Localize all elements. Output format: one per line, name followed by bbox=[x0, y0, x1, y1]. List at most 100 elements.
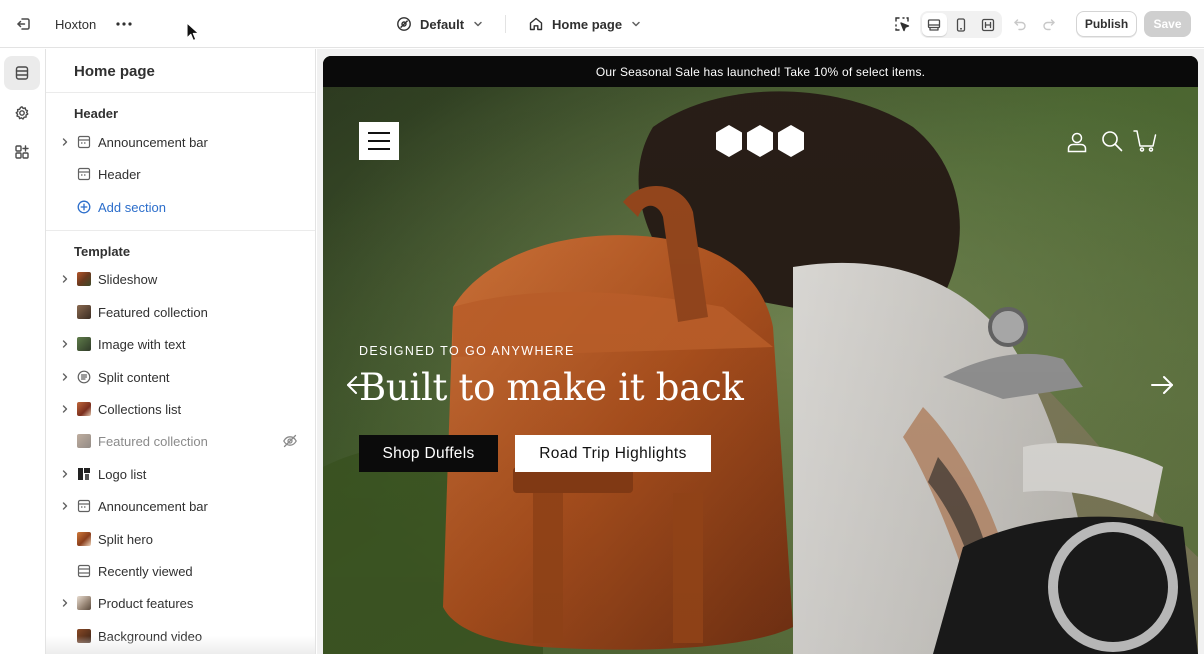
chevron-down-icon bbox=[632, 21, 640, 27]
header-group-label: Header bbox=[74, 106, 119, 121]
template-section-featured-collection-hidden[interactable]: Featured collection bbox=[56, 426, 308, 456]
storefront-preview[interactable]: Our Seasonal Sale has launched! Take 10%… bbox=[323, 56, 1198, 654]
section-label: Announcement bar bbox=[98, 134, 208, 150]
cart-icon[interactable] bbox=[1133, 129, 1157, 153]
account-icon[interactable] bbox=[1065, 130, 1089, 154]
chevron-down-icon bbox=[474, 21, 482, 27]
arrow-left-icon[interactable] bbox=[345, 372, 371, 398]
template-section-product-features[interactable]: Product features bbox=[56, 588, 308, 618]
expand-chevron-icon[interactable] bbox=[56, 372, 74, 382]
search-icon[interactable] bbox=[1100, 129, 1124, 153]
sidebar-title: Home page bbox=[74, 63, 155, 80]
collections-thumbnail bbox=[76, 401, 92, 417]
template-section-collections-list[interactable]: Collections list bbox=[56, 394, 308, 424]
template-section-announcement-bar[interactable]: Announcement bar bbox=[56, 491, 308, 521]
publish-button[interactable]: Publish bbox=[1076, 11, 1137, 37]
expand-chevron-icon[interactable] bbox=[56, 339, 74, 349]
preview-announcement-bar[interactable]: Our Seasonal Sale has launched! Take 10%… bbox=[323, 56, 1198, 87]
image-text-thumbnail bbox=[76, 336, 92, 352]
section-icon bbox=[76, 498, 92, 514]
save-button[interactable]: Save bbox=[1144, 11, 1191, 37]
redo-icon bbox=[1043, 19, 1055, 31]
expand-chevron-icon[interactable] bbox=[56, 598, 74, 608]
add-section-button[interactable]: Add section bbox=[56, 192, 308, 222]
gear-icon bbox=[15, 106, 29, 120]
scroll-fade bbox=[46, 636, 315, 654]
theme-settings-nav-button[interactable] bbox=[4, 96, 40, 130]
hero-headline: Built to make it back bbox=[359, 366, 744, 409]
editor-nav-rail bbox=[0, 49, 46, 654]
template-section-split-hero[interactable]: Split hero bbox=[56, 524, 308, 554]
page-selector-label: Home page bbox=[552, 16, 623, 32]
collection-thumbnail bbox=[76, 304, 92, 320]
eye-off-icon[interactable] bbox=[282, 433, 298, 449]
divider bbox=[46, 92, 315, 93]
road-trip-highlights-button[interactable]: Road Trip Highlights bbox=[515, 435, 711, 472]
template-section-featured-collection[interactable]: Featured collection bbox=[56, 297, 308, 327]
theme-selector-label: Default bbox=[420, 16, 465, 32]
section-label: Split hero bbox=[98, 531, 153, 547]
section-label: Split content bbox=[98, 369, 170, 385]
template-section-image-with-text[interactable]: Image with text bbox=[56, 329, 308, 359]
inspector-button[interactable] bbox=[891, 13, 913, 35]
home-icon bbox=[529, 17, 543, 31]
plus-circle-icon bbox=[76, 199, 92, 215]
exit-icon bbox=[17, 18, 30, 30]
text-block-icon bbox=[76, 369, 92, 385]
shop-duffels-button[interactable]: Shop Duffels bbox=[359, 435, 498, 472]
apps-nav-button[interactable] bbox=[4, 135, 40, 169]
header-section-announcement-bar[interactable]: Announcement bar bbox=[56, 127, 308, 157]
section-label: Slideshow bbox=[98, 271, 158, 287]
expand-chevron-icon[interactable] bbox=[56, 404, 74, 414]
theme-palette-icon bbox=[397, 17, 411, 31]
sections-icon bbox=[15, 66, 29, 80]
sections-sidebar: Home page Header Announcement bar Header… bbox=[46, 49, 316, 654]
page-selector[interactable]: Home page bbox=[528, 12, 642, 36]
store-logo[interactable] bbox=[714, 124, 806, 158]
section-label: Featured collection bbox=[98, 304, 208, 320]
template-section-slideshow[interactable]: Slideshow bbox=[56, 264, 308, 294]
section-icon bbox=[76, 134, 92, 150]
logo-thumbnail bbox=[76, 466, 92, 482]
template-group-label: Template bbox=[74, 244, 131, 259]
section-icon bbox=[76, 563, 92, 579]
mobile-icon bbox=[956, 17, 966, 32]
menu-line bbox=[368, 132, 390, 134]
desktop-view-button[interactable] bbox=[922, 13, 947, 36]
expand-chevron-icon[interactable] bbox=[56, 137, 74, 147]
hero-slideshow[interactable]: DESIGNED TO GO ANYWHERE Built to make it… bbox=[323, 87, 1198, 654]
undo-button[interactable] bbox=[1011, 14, 1029, 34]
ellipsis-icon bbox=[116, 22, 132, 26]
editor-top-bar: Hoxton Default Home page Publish Save bbox=[0, 0, 1204, 48]
section-label: Logo list bbox=[98, 466, 147, 482]
exit-editor-button[interactable] bbox=[12, 12, 36, 36]
collection-thumbnail bbox=[76, 433, 92, 449]
mobile-view-button[interactable] bbox=[949, 13, 974, 36]
sections-nav-button[interactable] bbox=[4, 56, 40, 90]
header-section-header[interactable]: Header bbox=[56, 159, 308, 189]
template-section-recently-viewed[interactable]: Recently viewed bbox=[56, 556, 308, 586]
add-section-label: Add section bbox=[98, 199, 166, 215]
more-actions-button[interactable] bbox=[112, 12, 136, 36]
template-section-logo-list[interactable]: Logo list bbox=[56, 459, 308, 489]
theme-selector[interactable]: Default bbox=[396, 12, 484, 36]
select-element-icon bbox=[895, 17, 910, 32]
section-icon bbox=[76, 166, 92, 182]
mouse-pointer-icon bbox=[186, 22, 200, 42]
undo-icon bbox=[1014, 19, 1026, 31]
expand-chevron-icon[interactable] bbox=[56, 274, 74, 284]
section-label: Featured collection bbox=[98, 433, 208, 449]
redo-button[interactable] bbox=[1040, 14, 1058, 34]
features-thumbnail bbox=[76, 595, 92, 611]
expand-chevron-icon[interactable] bbox=[56, 469, 74, 479]
template-section-split-content[interactable]: Split content bbox=[56, 362, 308, 392]
desktop-icon bbox=[928, 18, 941, 31]
section-label: Product features bbox=[98, 595, 194, 611]
hamburger-menu-button[interactable] bbox=[359, 122, 399, 160]
arrow-right-icon[interactable] bbox=[1149, 372, 1175, 398]
divider bbox=[46, 230, 315, 231]
expand-chevron-icon[interactable] bbox=[56, 501, 74, 511]
fullscreen-view-button[interactable] bbox=[975, 13, 1000, 36]
hero-kicker: DESIGNED TO GO ANYWHERE bbox=[359, 344, 575, 358]
store-name: Hoxton bbox=[55, 16, 97, 32]
